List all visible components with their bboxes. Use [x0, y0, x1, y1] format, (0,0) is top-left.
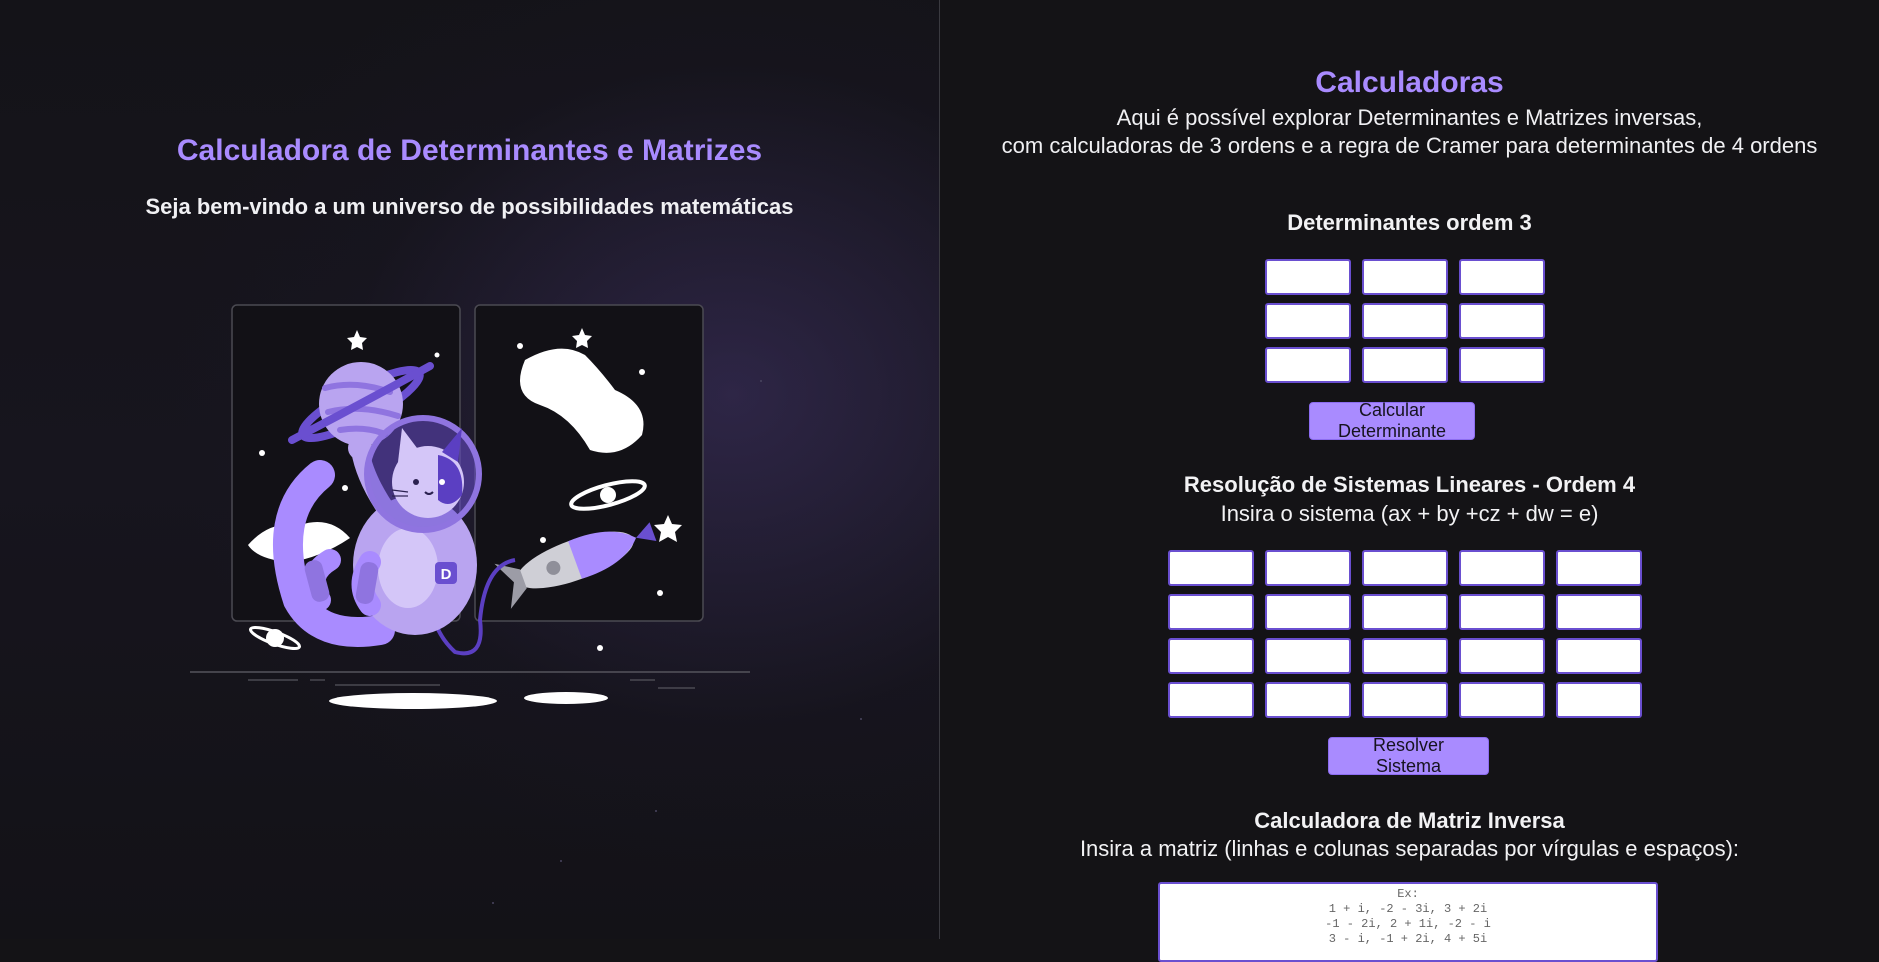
linear-system-title: Resolução de Sistemas Lineares - Ordem 4 — [1183, 472, 1636, 497]
determinant-cell-2-1[interactable] — [1265, 303, 1351, 339]
determinant-title: Determinantes ordem 3 — [1287, 210, 1532, 235]
calculators-description-line1: Aqui é possível explorar Determinantes e… — [1116, 105, 1703, 130]
system-cell-1-5[interactable] — [1556, 550, 1642, 586]
determinant-cell-2-3[interactable] — [1459, 303, 1545, 339]
calculate-determinant-button[interactable]: Calcular Determinante — [1309, 400, 1475, 441]
space-dust — [760, 380, 762, 382]
system-cell-2-2[interactable] — [1265, 594, 1351, 630]
system-cell-3-4[interactable] — [1459, 638, 1545, 674]
inverse-subtitle: Insira a matriz (linhas e colunas separa… — [1079, 836, 1740, 861]
hero-panel: Calculadora de Determinantes e Matrizes … — [0, 0, 940, 939]
system-cell-3-1[interactable] — [1168, 638, 1254, 674]
system-cell-4-5[interactable] — [1556, 682, 1642, 718]
system-cell-2-1[interactable] — [1168, 594, 1254, 630]
space-dust — [492, 902, 494, 904]
inverse-matrix-input[interactable]: Ex: 1 + i, -2 - 3i, 3 + 2i -1 - 2i, 2 + … — [1158, 882, 1658, 962]
calculators-description: Aqui é possível explorar Determinantes e… — [940, 104, 1879, 160]
system-cell-4-2[interactable] — [1265, 682, 1351, 718]
calculators-title: Calculadoras — [1315, 66, 1504, 99]
calculators-panel: Calculadoras Aqui é possível explorar De… — [940, 0, 1879, 962]
determinant-cell-1-3[interactable] — [1459, 259, 1545, 295]
inverse-title: Calculadora de Matriz Inversa — [1254, 808, 1565, 833]
linear-system-subtitle: Insira o sistema (ax + by +cz + dw = e) — [1220, 501, 1599, 526]
determinant-cell-1-2[interactable] — [1362, 259, 1448, 295]
space-dust — [655, 810, 657, 812]
system-cell-1-2[interactable] — [1265, 550, 1351, 586]
system-cell-3-2[interactable] — [1265, 638, 1351, 674]
system-cell-1-3[interactable] — [1362, 550, 1448, 586]
svg-text:D: D — [441, 566, 452, 583]
determinant-cell-1-1[interactable] — [1265, 259, 1351, 295]
determinant-cell-2-2[interactable] — [1362, 303, 1448, 339]
system-cell-2-3[interactable] — [1362, 594, 1448, 630]
system-cell-4-3[interactable] — [1362, 682, 1448, 718]
space-dust — [560, 860, 562, 862]
system-cell-3-3[interactable] — [1362, 638, 1448, 674]
hero-subtitle: Seja bem-vindo a um universo de possibil… — [145, 194, 794, 219]
system-cell-2-4[interactable] — [1459, 594, 1545, 630]
determinant-cell-3-3[interactable] — [1459, 347, 1545, 383]
astronaut-cat-illustration: D — [190, 304, 750, 709]
system-cell-4-4[interactable] — [1459, 682, 1545, 718]
calculators-description-line2: com calculadoras de 3 ordens e a regra d… — [1001, 133, 1818, 158]
system-cell-1-1[interactable] — [1168, 550, 1254, 586]
system-cell-3-5[interactable] — [1556, 638, 1642, 674]
solve-system-button[interactable]: Resolver Sistema — [1328, 735, 1489, 776]
determinant-cell-3-2[interactable] — [1362, 347, 1448, 383]
determinant-cell-3-1[interactable] — [1265, 347, 1351, 383]
system-cell-1-4[interactable] — [1459, 550, 1545, 586]
system-cell-2-5[interactable] — [1556, 594, 1642, 630]
system-cell-4-1[interactable] — [1168, 682, 1254, 718]
hero-title: Calculadora de Determinantes e Matrizes — [176, 134, 763, 167]
space-dust — [860, 718, 862, 720]
